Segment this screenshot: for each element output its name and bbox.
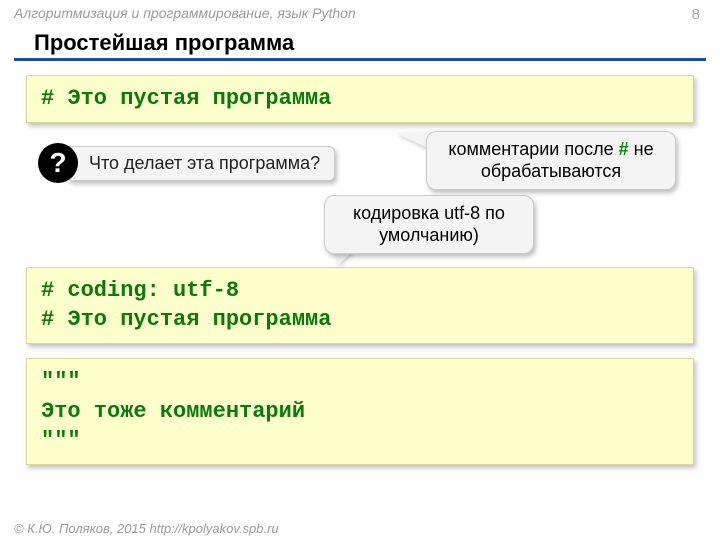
callout-text-before: комментарии после <box>448 139 618 159</box>
page-number: 8 <box>692 6 700 23</box>
question-bubble: Что делает эта программа? <box>66 146 335 181</box>
callout-hash-comment: комментарии после # не обрабатываются <box>426 131 676 190</box>
code-block-2: # coding: utf-8 # Это пустая программа <box>26 267 694 344</box>
question-row: ? Что делает эта программа? комментарии … <box>26 137 694 207</box>
hash-symbol: # <box>619 139 629 159</box>
question-mark-icon: ? <box>38 143 78 183</box>
code-block-1: # Это пустая программа <box>26 75 694 123</box>
callout-tail-1 <box>396 131 430 149</box>
header-course: Алгоритмизация и программирование, язык … <box>0 0 720 26</box>
callout-encoding: кодировка utf-8 по умолчанию) <box>324 195 534 254</box>
page-title: Простейшая программа <box>34 30 686 56</box>
content-area: # Это пустая программа ? Что делает эта … <box>0 75 720 465</box>
code-block-3: """ Это тоже комментарий """ <box>26 358 694 465</box>
title-divider: Простейшая программа <box>14 26 706 61</box>
footer-copyright: © К.Ю. Поляков, 2015 http://kpolyakov.sp… <box>0 516 720 540</box>
